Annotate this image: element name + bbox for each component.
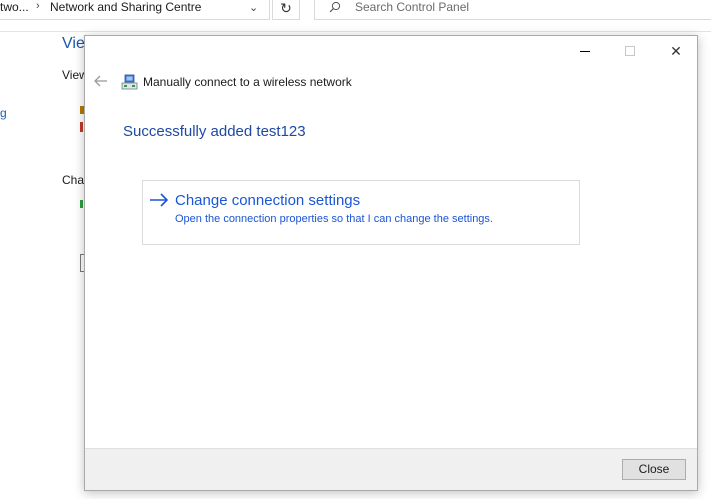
background-connection-icon-fragment (80, 200, 83, 208)
maximize-icon (625, 46, 635, 56)
option-title[interactable]: Change connection settings (175, 192, 360, 209)
background-change-fragment: Cha (62, 173, 85, 187)
change-connection-settings-option[interactable]: Change connection settings Open the conn… (142, 180, 580, 245)
screen: two... › Network and Sharing Centre ⌄ ↻ … (0, 0, 711, 499)
back-arrow-icon[interactable] (93, 73, 109, 89)
option-description: Open the connection properties so that I… (175, 213, 493, 225)
breadcrumb-item-current[interactable]: Network and Sharing Centre (50, 0, 201, 14)
wireless-network-dialog: ✕ Manually connect to a wireless network… (84, 35, 698, 491)
background-link-fragment[interactable]: g (0, 106, 7, 120)
breadcrumb-separator: › (36, 0, 40, 12)
search-placeholder: Search Control Panel (355, 0, 470, 14)
chevron-down-icon[interactable]: ⌄ (249, 1, 258, 14)
minimize-button[interactable] (561, 36, 607, 66)
breadcrumb-item-parent[interactable]: two... (0, 0, 29, 14)
minimize-icon (580, 51, 590, 52)
arrow-right-icon (150, 193, 169, 207)
success-heading: Successfully added test123 (123, 123, 306, 140)
address-bar[interactable]: two... › Network and Sharing Centre ⌄ (0, 0, 270, 20)
background-status-icon-fragment (80, 122, 83, 132)
dialog-title: Manually connect to a wireless network (143, 75, 352, 89)
close-button[interactable]: Close (622, 459, 686, 480)
refresh-icon[interactable]: ↻ (272, 0, 300, 20)
dialog-footer: Close (85, 448, 697, 490)
maximize-button (607, 36, 653, 66)
search-input[interactable]: Search Control Panel (314, 0, 711, 20)
background-toolbar: two... › Network and Sharing Centre ⌄ ↻ … (0, 0, 711, 32)
network-connection-icon (121, 74, 138, 90)
background-heading-fragment: Vie (62, 35, 85, 52)
close-window-button[interactable]: ✕ (653, 36, 699, 66)
background-left-pane: Vie View g Cha (0, 32, 90, 499)
search-icon (329, 1, 341, 13)
